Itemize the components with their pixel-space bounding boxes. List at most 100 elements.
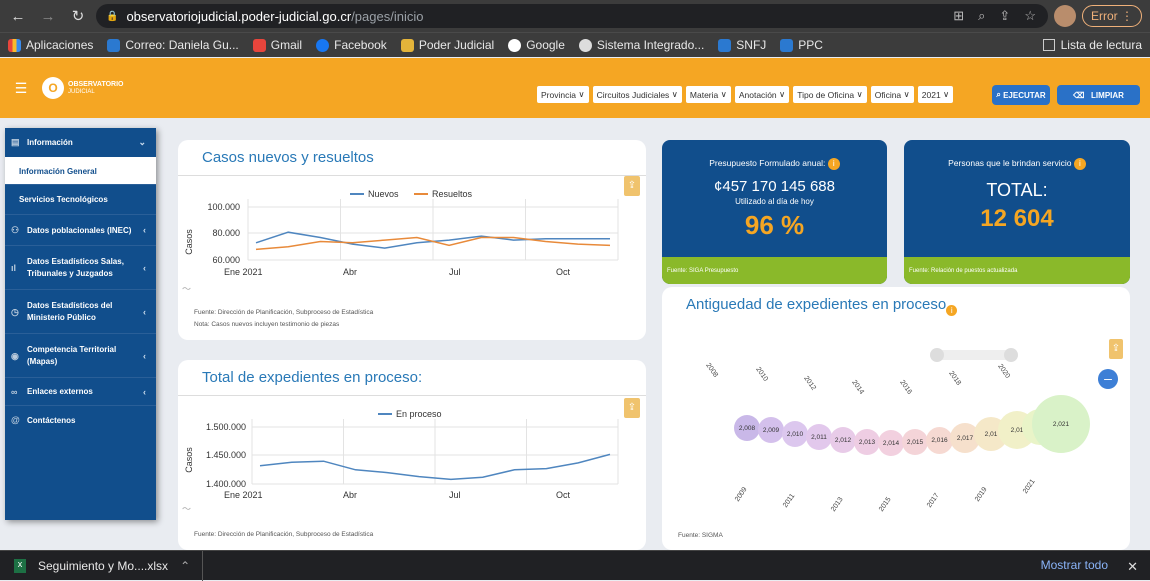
zoom-icon[interactable]: ⌕ [978,8,985,24]
budget-title-row: Presupuesto Formulado anual: i [662,158,887,170]
age-title-row: Antiguedad de expedientes en proceso i [686,296,958,316]
info-icon[interactable]: i [827,158,840,170]
back-icon[interactable]: ← [6,8,30,25]
process-xtick: Ene 2021 [224,490,263,500]
cases-note: Nota: Casos nuevos incluyen testimonio d… [194,321,340,328]
bookmark-gmail[interactable]: Gmail [252,38,302,52]
outlook-icon [107,38,121,52]
bookmark-apps[interactable]: Aplicaciones [8,38,93,52]
error-button[interactable]: Error ⋮ [1081,5,1142,27]
cases-xtick: Ene 2021 [224,267,263,277]
logo[interactable]: O OBSERVATORIO JUDICIAL [42,77,124,99]
bookmark-sistema[interactable]: Sistema Integrado... [578,38,704,52]
bubble[interactable]: 2,021 [1032,395,1090,453]
slider-handle-right[interactable] [1004,348,1018,362]
bubble[interactable]: 2,011 [806,424,832,450]
staff-card: Personas que le brindan servicio i TOTAL… [904,140,1130,284]
process-chart: En proceso Casos 1.500.000 1.450.000 1.4… [182,409,619,514]
bubble[interactable]: 2,012 [830,427,856,453]
reload-icon[interactable]: ↻ [66,7,90,25]
filter-label: Circuitos Judiciales [596,89,670,100]
budget-title: Presupuesto Formulado anual: [709,158,826,168]
judicial-icon [400,38,414,52]
download-file[interactable]: Seguimiento y Mo....xlsx [38,559,168,573]
reading-list-label: Lista de lectura [1060,38,1142,52]
year-label: 2012 [802,375,817,392]
bookmark-label: Aplicaciones [26,38,94,52]
sidebar-item-poblacionales[interactable]: ⚇ Datos poblacionales (INEC) ‹ [5,215,156,246]
sidebar-item-label: Datos poblacionales (INEC) [27,225,132,235]
filter-label: Anotación [738,89,777,100]
info-icon[interactable]: i [946,305,958,316]
bubble[interactable]: 2,009 [758,417,784,443]
filter-tipo-oficina[interactable]: Tipo de Oficina ∨ [793,86,867,103]
filter-year[interactable]: 2021 ∨ [917,86,954,103]
year-label: 2021 [1022,478,1037,496]
process-xtick: Abr [343,490,357,500]
bookmark-poder-judicial[interactable]: Poder Judicial [400,38,494,52]
forward-icon[interactable]: → [36,8,60,25]
filter-anotacion[interactable]: Anotación ∨ [734,86,790,103]
lock-icon: 🔒 [106,10,119,22]
bubble[interactable]: 2,015 [902,429,928,455]
chevron-up-icon[interactable]: ⌃ [180,559,190,573]
cases-xtick: Abr [343,267,357,277]
reading-list[interactable]: Lista de lectura [1042,38,1142,52]
menu-icon[interactable]: ☰ [0,80,42,97]
filter-materia[interactable]: Materia ∨ [685,86,731,103]
show-all-button[interactable]: Mostrar todo [1041,558,1108,572]
filter-provincia[interactable]: Provincia ∨ [537,86,589,103]
close-icon[interactable]: ✕ [1127,559,1138,575]
star-icon[interactable]: ☆ [1024,8,1036,24]
sidebar-item-contactenos[interactable]: @ Contáctenos [5,406,156,434]
slider-handle-left[interactable] [930,348,944,362]
cases-xtick: Oct [556,267,571,277]
bubble[interactable]: 2,014 [878,430,904,456]
profile-avatar[interactable] [1053,5,1076,27]
year-range-slider[interactable] [930,348,1018,362]
info-icon[interactable]: i [1073,158,1086,170]
bookmark-mail[interactable]: Correo: Daniela Gu... [107,38,239,52]
translate-icon[interactable]: ⊞ [953,8,964,24]
sidebar-item-enlaces[interactable]: ∞ Enlaces externos ‹ [5,378,156,406]
download-bar: x Seguimiento y Mo....xlsx ⌃ Mostrar tod… [0,550,1150,581]
filter-circuitos[interactable]: Circuitos Judiciales ∨ [592,86,682,103]
process-title: Total de expedientes en proceso: [202,369,423,386]
process-card: Total de expedientes en proceso: ⇪ En pr… [178,360,646,550]
sidebar-item-informacion-general[interactable]: Información General [5,158,156,185]
legend-resueltos: Resueltos [432,189,473,199]
age-card: Antiguedad de expedientes en proceso i ⇪ … [662,287,1130,550]
bookmark-snfj[interactable]: SNFJ [718,38,766,52]
bookmark-google[interactable]: Google [508,38,565,52]
sidebar-item-ministerio[interactable]: ◷ Datos Estadísticos del Ministerio Públi… [5,290,156,334]
sidebar-item-label: Información General [19,166,97,176]
people-icon: ⚇ [11,224,20,235]
bubble[interactable]: 2,008 [734,415,760,441]
run-button[interactable]: ⌕ EJECUTAR [992,85,1050,105]
bubble[interactable]: 2,010 [782,421,808,447]
address-bar[interactable]: 🔒 observatoriojudicial.poder-judicial.go… [96,4,1048,28]
sidebar-item-competencia[interactable]: ◉ Competencia Territorial (Mapas) ‹ [5,334,156,378]
bookmark-label: Correo: Daniela Gu... [125,38,239,52]
sidebar-item-salas[interactable]: ıl Datos Estadísticos Salas, Tribunales y… [5,246,156,290]
year-label: 2011 [782,492,797,510]
sidebar-item-label: Contáctenos [27,415,76,425]
export-icon[interactable]: ⇪ [1109,339,1123,359]
error-label: Error [1090,9,1118,23]
staff-total-label: TOTAL: [986,180,1048,200]
bookmark-ppc[interactable]: PPC [780,38,823,52]
sidebar-item-label: Datos Estadísticos del Ministerio Públic… [27,300,113,322]
collapse-button[interactable]: – [1098,369,1118,389]
bubble[interactable]: 2,016 [926,427,953,454]
logo-title: OBSERVATORIO [68,80,124,88]
bookmark-facebook[interactable]: Facebook [316,38,387,52]
clear-button[interactable]: ⌫ LIMPIAR [1057,85,1140,105]
apps-icon [8,38,21,52]
budget-used-label: Utilizado al día de hoy [735,197,814,206]
filter-oficina[interactable]: Oficina ∨ [870,86,914,103]
divider [178,395,646,396]
sidebar-item-informacion[interactable]: ▤ Información ⌄ [5,128,156,158]
share-icon[interactable]: ⇪ [999,8,1010,24]
bubble[interactable]: 2,013 [854,429,880,455]
sidebar-item-servicios[interactable]: Servicios Tecnológicos [5,185,156,215]
